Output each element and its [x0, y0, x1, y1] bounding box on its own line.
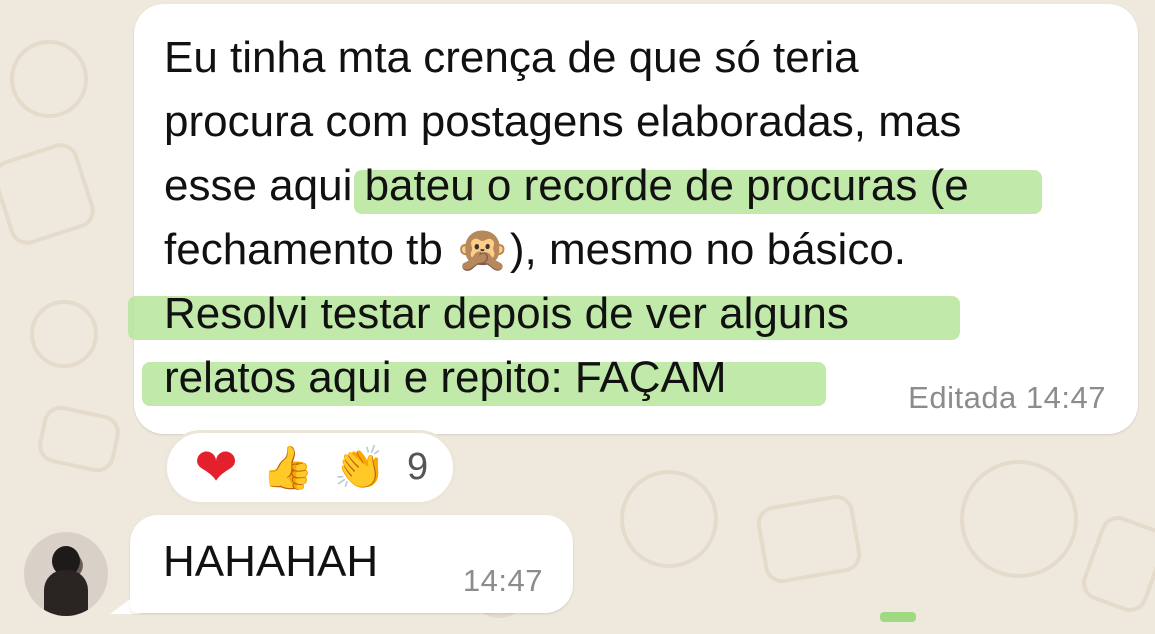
message-text: Eu tinha mta crença de que só teria proc…	[164, 26, 1114, 410]
reaction-count: 9	[407, 446, 429, 488]
reactions-pill[interactable]: ❤ 👍 👏 9	[164, 430, 456, 505]
wallpaper-doodle	[1077, 511, 1155, 617]
thumbs-up-icon: 👍	[261, 443, 315, 491]
clapping-hands-icon: 👏	[333, 443, 387, 491]
wallpaper-doodle	[34, 402, 124, 476]
message-time: 14:47	[462, 563, 543, 598]
wallpaper-doodle	[960, 460, 1078, 578]
message-time: 14:47	[1025, 380, 1106, 415]
message-text: HAHAHAH	[163, 537, 379, 586]
see-no-evil-monkey-icon: 🙊	[455, 225, 510, 274]
wallpaper-doodle	[10, 40, 88, 118]
message-meta: Editada 14:47	[908, 380, 1106, 416]
wallpaper-doodle	[753, 492, 865, 586]
avatar[interactable]	[24, 532, 108, 616]
wallpaper-doodle	[0, 138, 100, 250]
avatar-body	[44, 570, 88, 616]
message-bubble[interactable]: Eu tinha mta crença de que só teria proc…	[128, 4, 1138, 434]
wallpaper-doodle	[620, 470, 718, 568]
highlight-edge	[880, 612, 916, 622]
message-bubble[interactable]: HAHAHAH 14:47	[130, 515, 573, 613]
heart-icon: ❤	[194, 438, 238, 497]
wallpaper-doodle	[30, 300, 98, 368]
edited-label: Editada	[908, 380, 1017, 415]
